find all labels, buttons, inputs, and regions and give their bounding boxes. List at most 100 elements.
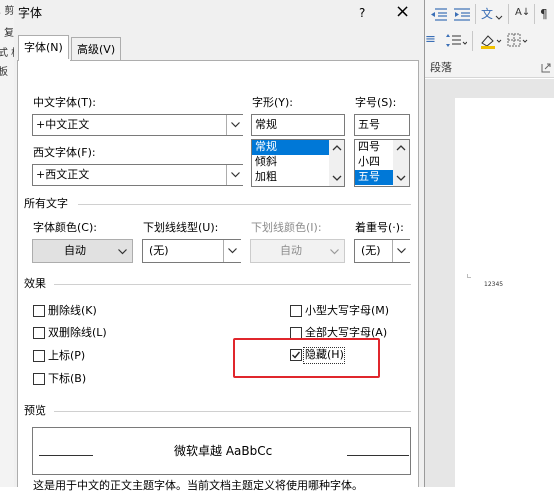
- strikethrough-checkbox[interactable]: [33, 305, 45, 317]
- font-size-option[interactable]: 小四: [358, 155, 380, 169]
- effects-section-title: 效果: [24, 277, 46, 290]
- font-size-option[interactable]: 五号: [358, 170, 380, 184]
- document-page[interactable]: 12345: [455, 98, 554, 487]
- svg-text:文: 文: [481, 6, 493, 21]
- clipboard-cut-label: , 剪: [0, 6, 15, 17]
- ribbon-paragraph-group: 文 A↓ ¶ ≡ 段落: [425, 0, 554, 78]
- decrease-indent-icon[interactable]: [430, 7, 448, 21]
- chevron-down-icon: [231, 172, 240, 178]
- section-divider: [54, 411, 411, 412]
- preview-section-title: 预览: [24, 404, 46, 417]
- svg-text:¶: ¶: [540, 7, 548, 20]
- paragraph-launcher-icon[interactable]: [540, 62, 552, 74]
- show-marks-icon[interactable]: ¶: [539, 6, 553, 20]
- tab-advanced-label: 高级(V): [77, 43, 116, 56]
- section-divider: [78, 204, 411, 205]
- help-button[interactable]: ?: [359, 6, 365, 20]
- underline-style-value: (无): [149, 244, 169, 257]
- margin-marker: [467, 274, 471, 278]
- font-style-input[interactable]: 常规: [251, 114, 345, 136]
- font-size-option[interactable]: 四号: [358, 140, 380, 154]
- align-icon[interactable]: ≡: [425, 33, 436, 47]
- close-button[interactable]: ×: [395, 2, 410, 22]
- subscript-checkbox[interactable]: [33, 373, 45, 385]
- font-color-value: 自动: [64, 244, 86, 257]
- tab-font[interactable]: 字体(N): [18, 35, 69, 61]
- double-strikethrough-checkbox[interactable]: [33, 327, 45, 339]
- emphasis-mark-label: 着重号(·):: [355, 221, 404, 234]
- chevron-down-icon: [118, 249, 127, 255]
- font-style-list[interactable]: 常规 倾斜 加粗: [251, 139, 345, 187]
- subscript-label[interactable]: 下标(B): [48, 372, 86, 386]
- preview-sample-text: 微软卓越 AaBbCc: [174, 444, 273, 458]
- ribbon-divider: [534, 4, 535, 24]
- font-size-scrollbar[interactable]: [393, 140, 409, 186]
- sort-icon[interactable]: A↓: [515, 6, 530, 20]
- font-style-option[interactable]: 常规: [255, 140, 277, 154]
- underline-style-label: 下划线线型(U):: [143, 221, 219, 234]
- tab-font-label: 字体(N): [24, 41, 63, 54]
- dialog-title: 字体: [18, 6, 43, 20]
- chevron-down-icon: [330, 249, 339, 255]
- chinese-font-value: +中文正文: [36, 118, 90, 131]
- scroll-up-icon[interactable]: [396, 144, 406, 152]
- line-spacing-icon[interactable]: [445, 33, 467, 49]
- font-color-label: 字体颜色(C):: [33, 221, 97, 234]
- underline-color-value: 自动: [280, 244, 302, 257]
- shading-icon[interactable]: [479, 33, 503, 49]
- highlight-annotation: [233, 338, 380, 378]
- western-font-combobox[interactable]: +西文正文: [32, 164, 244, 186]
- paragraph-group-label: 段落: [430, 61, 452, 74]
- tab-join: [19, 59, 70, 61]
- font-size-value: 五号: [358, 118, 380, 131]
- scroll-down-icon[interactable]: [396, 174, 406, 182]
- preview-line-left: [39, 455, 93, 456]
- superscript-checkbox[interactable]: [33, 350, 45, 362]
- emphasis-mark-dropdown[interactable]: (无): [354, 239, 410, 263]
- double-strikethrough-label[interactable]: 双删除线(L): [48, 326, 107, 340]
- font-style-scrollbar[interactable]: [329, 140, 344, 186]
- font-size-input[interactable]: 五号: [354, 114, 410, 136]
- chevron-down-icon: [397, 248, 406, 254]
- underline-style-dropdown[interactable]: (无): [142, 239, 241, 263]
- tab-advanced[interactable]: 高级(V): [71, 37, 122, 61]
- strikethrough-label[interactable]: 删除线(K): [48, 304, 97, 318]
- ribbon-divider: [472, 31, 473, 51]
- underline-color-dropdown: 自动: [250, 239, 345, 263]
- font-style-option[interactable]: 倾斜: [255, 155, 277, 169]
- preview-box: 微软卓越 AaBbCc: [32, 427, 411, 475]
- section-divider: [54, 284, 411, 285]
- font-size-list[interactable]: 四号 小四 五号: [354, 139, 410, 187]
- chevron-down-icon: [228, 248, 237, 254]
- small-caps-label[interactable]: 小型大写字母(M): [305, 304, 389, 318]
- small-caps-checkbox[interactable]: [290, 305, 302, 317]
- all-text-section-title: 所有文字: [24, 197, 68, 210]
- borders-icon[interactable]: [507, 33, 531, 49]
- superscript-label[interactable]: 上标(P): [48, 349, 85, 363]
- increase-indent-icon[interactable]: [453, 7, 471, 21]
- clipboard-group-label: 板: [0, 67, 8, 78]
- western-font-label: 西文字体(F):: [33, 146, 96, 159]
- scroll-down-icon[interactable]: [332, 174, 342, 182]
- underline-color-label: 下划线颜色(I):: [251, 221, 322, 234]
- preview-line-right: [347, 455, 409, 456]
- font-size-label: 字号(S):: [355, 96, 397, 109]
- document-text[interactable]: 12345: [484, 281, 503, 289]
- ribbon-divider: [508, 4, 509, 24]
- scroll-up-icon[interactable]: [332, 144, 342, 152]
- emphasis-mark-value: (无): [361, 244, 381, 257]
- ribbon-divider: [475, 4, 476, 24]
- chinese-layout-icon[interactable]: 文: [481, 6, 503, 22]
- emphasis-mark-dropdown-button[interactable]: [392, 240, 410, 262]
- chinese-font-combobox[interactable]: +中文正文: [32, 114, 244, 136]
- underline-style-dropdown-button[interactable]: [223, 240, 241, 262]
- chinese-font-dropdown-button[interactable]: [226, 115, 244, 135]
- chinese-font-label: 中文字体(T):: [33, 96, 97, 109]
- western-font-dropdown-button[interactable]: [226, 165, 244, 185]
- font-style-option[interactable]: 加粗: [255, 170, 277, 184]
- preview-description: 这是用于中文的正文主题字体。当前文档主题定义将使用哪种字体。: [33, 479, 363, 492]
- font-color-dropdown[interactable]: 自动: [32, 239, 133, 263]
- clipboard-copy-label: i 复: [0, 28, 14, 39]
- font-style-label: 字形(Y):: [252, 96, 294, 109]
- font-style-value: 常规: [255, 118, 277, 131]
